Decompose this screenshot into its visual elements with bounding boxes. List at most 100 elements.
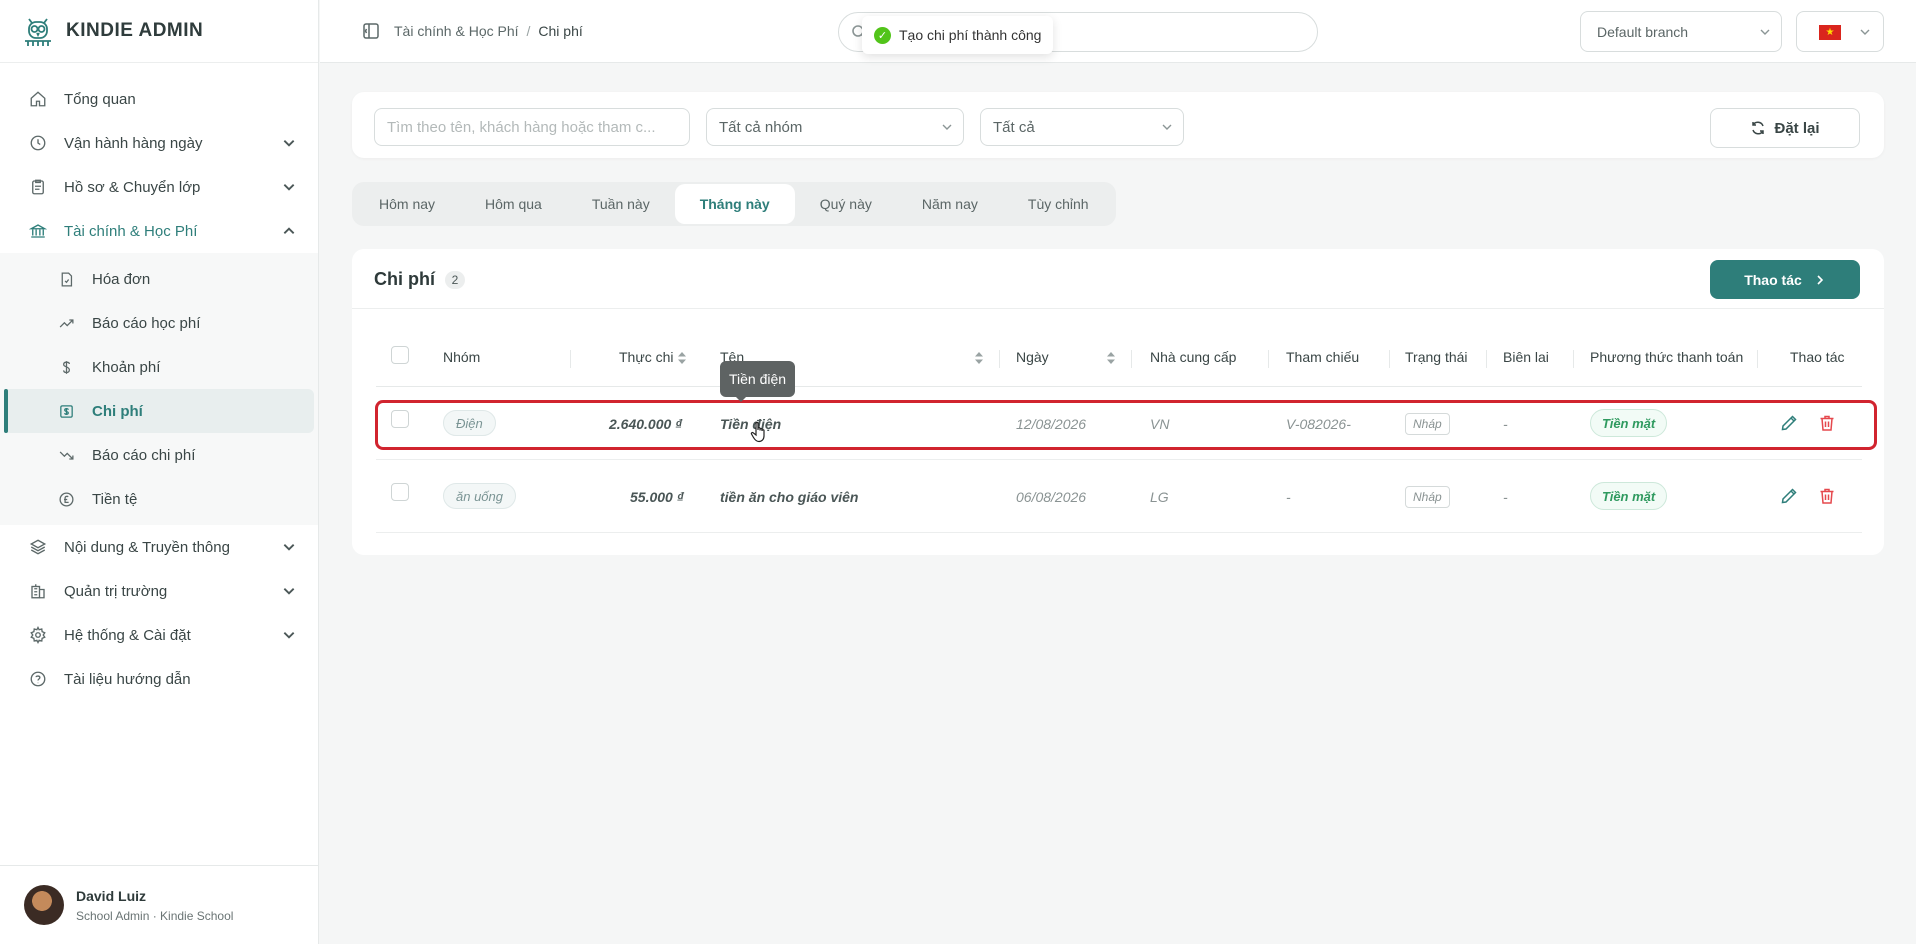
sidebar-item-label: Tổng quan xyxy=(64,90,136,108)
tab-today[interactable]: Hôm nay xyxy=(354,184,460,224)
sidebar-item-overview[interactable]: Tổng quan xyxy=(0,77,318,121)
sort-icon[interactable] xyxy=(677,351,687,365)
user-profile[interactable]: David Luiz School Admin · Kindie School xyxy=(0,865,319,944)
dollar-icon xyxy=(56,357,76,377)
sort-icon[interactable] xyxy=(974,351,984,365)
row-checkbox[interactable] xyxy=(391,483,409,501)
sidebar-item-settings[interactable]: Hệ thống & Cài đặt xyxy=(0,613,318,657)
sidebar-item-fees[interactable]: Khoản phí xyxy=(4,345,314,389)
sidebar-item-label: Hóa đơn xyxy=(92,270,151,288)
group-tag: ăn uống xyxy=(443,483,516,509)
sidebar-item-label: Nội dung & Truyền thông xyxy=(64,538,230,556)
filter-bar: Tìm theo tên, khách hàng hoặc tham c... … xyxy=(352,92,1884,158)
sidebar-item-label: Chi phí xyxy=(92,402,143,420)
home-icon xyxy=(28,89,48,109)
name-cell[interactable]: tiền ăn cho giáo viên xyxy=(720,489,858,505)
column-divider xyxy=(570,350,571,368)
sidebar-item-label: Báo cáo chi phí xyxy=(92,446,196,464)
group-select[interactable]: Tất cả nhóm xyxy=(706,108,964,146)
chevron-down-icon xyxy=(283,184,295,191)
sidebar-item-content[interactable]: Nội dung & Truyền thông xyxy=(0,525,318,569)
sidebar-item-expenses[interactable]: Chi phí xyxy=(4,389,314,433)
topbar: Tài chính & Học Phí / Chi phí Default br… xyxy=(320,0,1916,63)
sidebar-menu: Tổng quan Vận hành hàng ngày Hồ sơ & Chu… xyxy=(0,63,318,701)
sidebar-item-docs[interactable]: Tài liệu hướng dẫn xyxy=(0,657,318,701)
tab-this-week[interactable]: Tuần này xyxy=(567,184,675,224)
actions-button[interactable]: Thao tác xyxy=(1710,260,1860,299)
sidebar-item-records[interactable]: Hồ sơ & Chuyển lớp xyxy=(0,165,318,209)
column-divider xyxy=(1268,350,1269,368)
sidebar-item-expense-report[interactable]: Báo cáo chi phí xyxy=(4,433,314,477)
status-select[interactable]: Tất cả xyxy=(980,108,1184,146)
date-range-tabs: Hôm nay Hôm qua Tuần này Tháng này Quý n… xyxy=(352,182,1116,226)
sidebar-toggle-icon[interactable] xyxy=(362,22,380,40)
status-badge: Nháp xyxy=(1405,486,1450,508)
hand-cursor-icon xyxy=(750,421,765,443)
breadcrumb-finance[interactable]: Tài chính & Học Phí xyxy=(394,23,519,39)
sidebar-item-daily-operations[interactable]: Vận hành hàng ngày xyxy=(0,121,318,165)
column-header-vendor[interactable]: Nhà cung cấp xyxy=(1150,349,1236,365)
sidebar-item-label: Khoản phí xyxy=(92,358,161,376)
chevron-down-icon xyxy=(1162,124,1172,130)
chevron-down-icon xyxy=(283,588,295,595)
column-divider xyxy=(999,350,1000,368)
branch-select-value: Default branch xyxy=(1597,23,1689,40)
sidebar-item-label: Hệ thống & Cài đặt xyxy=(64,626,191,644)
expense-search-input[interactable]: Tìm theo tên, khách hàng hoặc tham c... xyxy=(374,108,690,146)
column-header-status[interactable]: Trạng thái xyxy=(1405,349,1468,365)
status-select-value: Tất cả xyxy=(993,118,1035,136)
tab-this-quarter[interactable]: Quý này xyxy=(795,184,897,224)
tab-this-month[interactable]: Tháng này xyxy=(674,184,795,224)
search-placeholder: Tìm theo tên, khách hàng hoặc tham c... xyxy=(387,118,656,136)
table-header-divider xyxy=(376,386,1862,387)
card-header: Chi phí 2 Thao tác xyxy=(352,249,1884,309)
sidebar-item-label: Báo cáo học phí xyxy=(92,314,201,332)
column-divider xyxy=(1131,350,1132,368)
sidebar-item-currency[interactable]: Tiền tệ xyxy=(4,477,314,521)
column-header-date[interactable]: Ngày xyxy=(1016,349,1049,365)
sidebar-item-school-admin[interactable]: Quản trị trường xyxy=(0,569,318,613)
amount-cell: 55.000 ₫ xyxy=(630,489,684,505)
column-header-receipt[interactable]: Biên lai xyxy=(1503,349,1549,365)
sidebar-item-invoices[interactable]: Hóa đơn xyxy=(4,257,314,301)
sidebar-item-tuition-report[interactable]: Báo cáo học phí xyxy=(4,301,314,345)
delete-icon[interactable] xyxy=(1817,486,1837,506)
sidebar-item-label: Quản trị trường xyxy=(64,582,168,600)
breadcrumb-separator: / xyxy=(526,23,531,39)
edit-icon[interactable] xyxy=(1779,486,1799,506)
user-role: School Admin · Kindie School xyxy=(76,908,234,923)
column-header-payment-method[interactable]: Phương thức thanh toán xyxy=(1590,349,1743,365)
sidebar-item-label: Tài chính & Học Phí xyxy=(64,222,198,240)
sidebar-item-finance[interactable]: Tài chính & Học Phí xyxy=(0,209,318,253)
tab-yesterday[interactable]: Hôm qua xyxy=(460,184,567,224)
expense-icon xyxy=(56,401,76,421)
sidebar: KINDIE ADMIN Tổng quan Vận hành hàng ngà… xyxy=(0,0,319,944)
owl-logo-icon xyxy=(20,13,56,49)
column-header-group[interactable]: Nhóm xyxy=(443,349,480,365)
column-header-actions: Thao tác xyxy=(1790,349,1845,365)
vendor-cell: LG xyxy=(1150,489,1169,505)
reset-button[interactable]: Đặt lại xyxy=(1710,108,1860,148)
language-select[interactable]: ★ xyxy=(1796,11,1884,52)
select-all-checkbox[interactable] xyxy=(391,346,409,364)
avatar xyxy=(24,885,64,925)
column-divider xyxy=(1389,350,1390,368)
column-header-reference[interactable]: Tham chiếu xyxy=(1286,349,1359,365)
column-divider xyxy=(1486,350,1487,368)
chevron-up-icon xyxy=(283,227,295,234)
branch-select[interactable]: Default branch xyxy=(1580,11,1782,52)
chevron-down-icon xyxy=(283,544,295,551)
tab-custom[interactable]: Tùy chỉnh xyxy=(1003,184,1114,224)
trend-down-icon xyxy=(56,445,76,465)
help-icon xyxy=(28,669,48,689)
chevron-down-icon xyxy=(942,124,952,130)
sort-icon[interactable] xyxy=(1106,351,1116,365)
tab-this-year[interactable]: Năm nay xyxy=(897,184,1003,224)
column-header-amount[interactable]: Thực chi xyxy=(619,349,674,365)
sidebar-item-label: Hồ sơ & Chuyển lớp xyxy=(64,178,201,196)
clock-icon xyxy=(28,133,48,153)
payment-method-badge: Tiền mặt xyxy=(1590,482,1668,510)
column-divider xyxy=(1757,350,1758,368)
reference-cell: - xyxy=(1286,489,1291,505)
brand[interactable]: KINDIE ADMIN xyxy=(0,0,318,63)
